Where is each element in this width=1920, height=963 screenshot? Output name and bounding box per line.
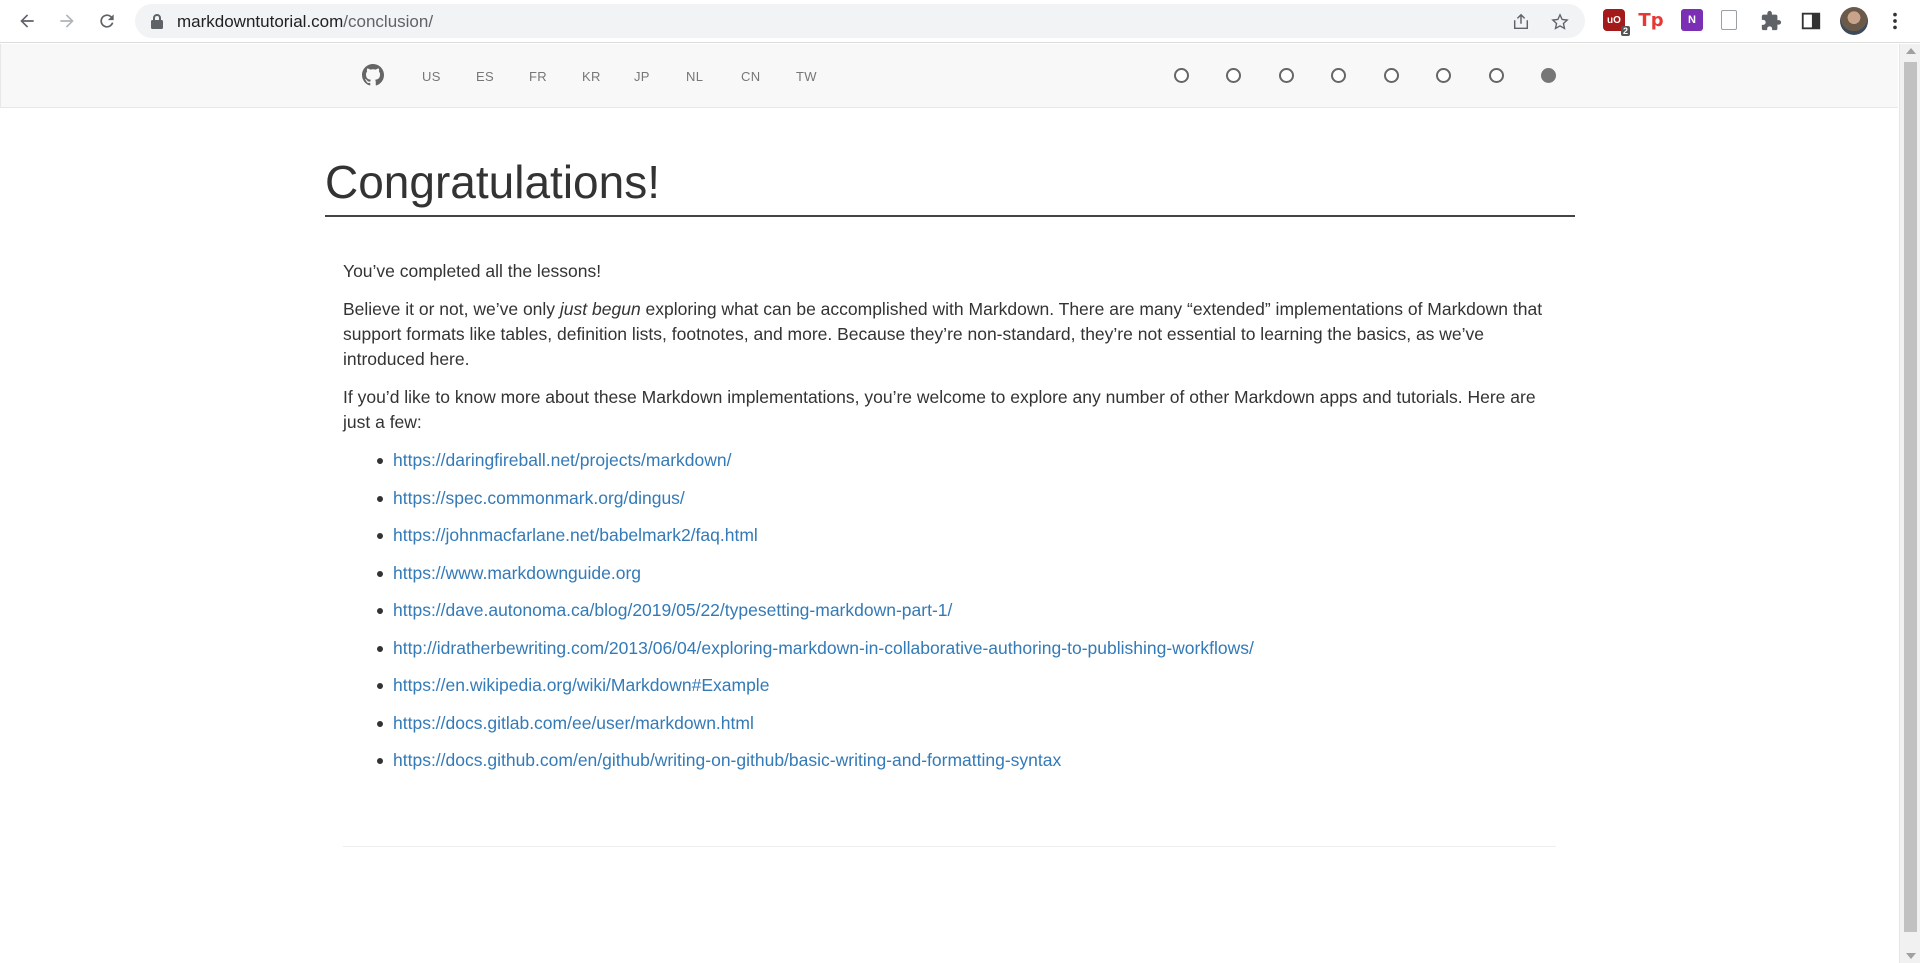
resource-link[interactable]: https://docs.github.com/en/github/writin… <box>393 750 1061 770</box>
onenote-extension-icon[interactable]: N <box>1681 9 1703 31</box>
bookmark-star-icon[interactable] <box>1551 13 1569 31</box>
github-icon[interactable] <box>362 64 384 86</box>
lock-icon <box>151 14 163 29</box>
reload-button[interactable] <box>92 6 122 36</box>
browser-toolbar: markdowntutorial.com/conclusion/ uO 2 Tp … <box>0 0 1920 43</box>
scroll-up-arrow-icon[interactable] <box>1906 48 1916 54</box>
document-extension-icon[interactable] <box>1721 10 1737 30</box>
resource-link[interactable]: http://idratherbewriting.com/2013/06/04/… <box>393 638 1254 658</box>
list-item: https://daringfireball.net/projects/mark… <box>377 448 1558 486</box>
lesson-dot-4[interactable] <box>1331 68 1346 83</box>
lang-link-es[interactable]: ES <box>476 69 494 84</box>
url-text: markdowntutorial.com/conclusion/ <box>177 12 434 31</box>
list-item: https://johnmacfarlane.net/babelmark2/fa… <box>377 523 1558 561</box>
resource-link[interactable]: https://johnmacfarlane.net/babelmark2/fa… <box>393 525 758 545</box>
lang-link-fr[interactable]: FR <box>529 69 547 84</box>
page-title: Congratulations! <box>325 152 1575 217</box>
puzzle-extensions-icon[interactable] <box>1760 10 1782 32</box>
footer-divider <box>343 846 1556 847</box>
completion-paragraph: You’ve completed all the lessons! <box>343 261 602 281</box>
more-menu-icon[interactable] <box>1884 10 1906 32</box>
lang-link-tw[interactable]: TW <box>796 69 817 84</box>
list-item: http://idratherbewriting.com/2013/06/04/… <box>377 636 1558 674</box>
lang-link-jp[interactable]: JP <box>634 69 650 84</box>
side-panel-icon[interactable] <box>1800 10 1822 32</box>
back-button[interactable] <box>12 6 42 36</box>
reload-icon <box>100 14 114 28</box>
scrollbar-thumb[interactable] <box>1904 62 1917 932</box>
resource-link[interactable]: https://spec.commonmark.org/dingus/ <box>393 488 685 508</box>
lesson-dot-2[interactable] <box>1226 68 1241 83</box>
lang-link-cn[interactable]: CN <box>741 69 760 84</box>
lesson-dot-1[interactable] <box>1174 68 1189 83</box>
ublock-extension-icon[interactable]: uO 2 <box>1603 9 1630 36</box>
arrow-right-icon <box>60 14 74 28</box>
explore-more-paragraph: If you’d like to know more about these M… <box>343 387 1536 432</box>
list-item: https://www.markdownguide.org <box>377 561 1558 599</box>
lesson-dot-5[interactable] <box>1384 68 1399 83</box>
list-item: https://docs.gitlab.com/ee/user/markdown… <box>377 711 1558 749</box>
main-content: You’ve completed all the lessons! Believ… <box>343 259 1558 786</box>
resource-link[interactable]: https://docs.gitlab.com/ee/user/markdown… <box>393 713 754 733</box>
scroll-down-arrow-icon[interactable] <box>1906 953 1916 959</box>
page-scrollbar[interactable] <box>1899 44 1920 963</box>
arrow-left-icon <box>20 14 34 28</box>
lesson-dot-8-current[interactable] <box>1541 68 1556 83</box>
resource-links-list: https://daringfireball.net/projects/mark… <box>343 448 1558 786</box>
lang-link-us[interactable]: US <box>422 69 441 84</box>
address-bar[interactable]: markdowntutorial.com/conclusion/ <box>135 4 1585 38</box>
extended-implementations-paragraph: Believe it or not, we’ve only just begun… <box>343 299 1543 369</box>
lesson-dot-6[interactable] <box>1436 68 1451 83</box>
tp-extension-icon[interactable]: Tp <box>1638 9 1663 31</box>
list-item: https://dave.autonoma.ca/blog/2019/05/22… <box>377 598 1558 636</box>
resource-link[interactable]: https://daringfireball.net/projects/mark… <box>393 450 732 470</box>
lang-link-nl[interactable]: NL <box>686 69 703 84</box>
extension-badge: 2 <box>1620 26 1630 36</box>
share-icon[interactable] <box>1512 13 1530 31</box>
lesson-dot-7[interactable] <box>1489 68 1504 83</box>
list-item: https://spec.commonmark.org/dingus/ <box>377 486 1558 524</box>
resource-link[interactable]: https://www.markdownguide.org <box>393 563 641 583</box>
forward-button[interactable] <box>52 6 82 36</box>
list-item: https://en.wikipedia.org/wiki/Markdown#E… <box>377 673 1558 711</box>
resource-link[interactable]: https://en.wikipedia.org/wiki/Markdown#E… <box>393 675 769 695</box>
lang-link-kr[interactable]: KR <box>582 69 601 84</box>
profile-avatar[interactable] <box>1840 7 1868 35</box>
list-item: https://docs.github.com/en/github/writin… <box>377 748 1558 786</box>
site-navbar: US ES FR KR JP NL CN TW <box>0 44 1898 108</box>
lesson-dot-3[interactable] <box>1279 68 1294 83</box>
resource-link[interactable]: https://dave.autonoma.ca/blog/2019/05/22… <box>393 600 952 620</box>
